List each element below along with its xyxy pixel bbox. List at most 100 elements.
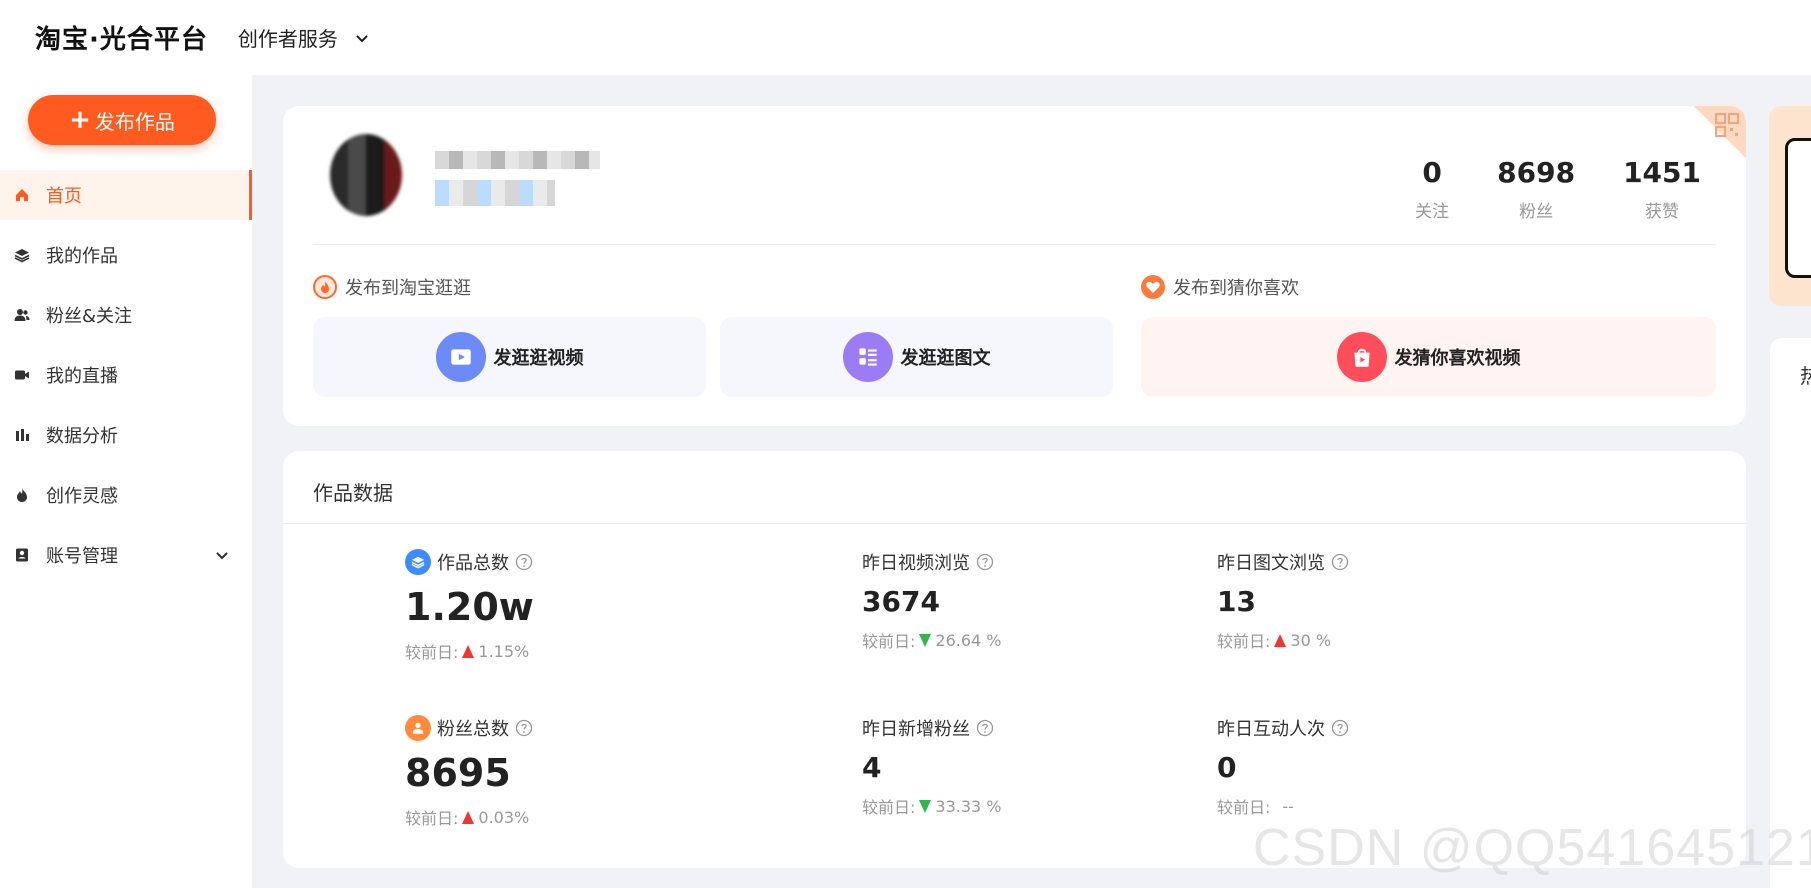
stat-following[interactable]: 0 关注 — [1415, 156, 1449, 222]
publish-guess-video-label: 发猜你喜欢视频 — [1394, 348, 1521, 369]
metric-label: 昨日互动人次 — [1217, 719, 1325, 740]
sidebar-item-label: 首页 — [46, 186, 82, 207]
user-name-mosaic — [435, 151, 600, 169]
video-icon — [14, 367, 30, 383]
user-id-mosaic — [435, 180, 555, 206]
play-video-icon — [435, 332, 486, 382]
works-data-card: 作品数据 作品总数 1.20w 较前日: 1.15% 昨日视频浏览 3674 较前… — [283, 451, 1746, 868]
compare-prefix: 较前日: — [862, 798, 916, 817]
users-icon — [14, 307, 30, 323]
metric-label: 粉丝总数 — [437, 719, 509, 740]
right-panel: 热 — [1770, 338, 1811, 888]
metric-label: 昨日视频浏览 — [862, 553, 970, 574]
metric-value: 8695 — [405, 751, 511, 795]
sidebar-item-label: 数据分析 — [46, 426, 118, 447]
metric-label: 昨日新增粉丝 — [862, 719, 970, 740]
publish-guess-video-button[interactable]: 发猜你喜欢视频 — [1141, 317, 1716, 397]
sidebar-item-inspiration[interactable]: 创作灵感 — [0, 470, 252, 520]
sidebar-item-live[interactable]: 我的直播 — [0, 350, 252, 400]
sidebar-item-label: 我的作品 — [46, 246, 118, 267]
compare-prefix: 较前日: — [1217, 632, 1271, 651]
publish-button-label: 发布作品 — [94, 109, 175, 134]
sidebar-item-account[interactable]: 账号管理 — [0, 530, 252, 580]
layers-icon — [405, 549, 431, 575]
promo-illustration — [1785, 138, 1811, 278]
metric-total-fans: 粉丝总数 8695 较前日: 0.03% — [405, 715, 533, 829]
trend-up-icon — [462, 644, 475, 658]
help-icon[interactable] — [976, 553, 994, 571]
metric-change: 33.33 % — [935, 796, 1002, 816]
publish-taobao-label: 发布到淘宝逛逛 — [345, 278, 471, 299]
sidebar-item-home[interactable]: 首页 — [0, 170, 252, 220]
publish-taobao-section-label: 发布到淘宝逛逛 — [313, 274, 471, 300]
compare-prefix: 较前日: — [405, 809, 459, 828]
profile-stats: 0 关注 8698 粉丝 1451 获赞 — [1415, 156, 1701, 222]
bar-chart-icon — [14, 427, 30, 443]
sidebar-item-my-works[interactable]: 我的作品 — [0, 230, 252, 280]
metric-value: 3674 — [862, 585, 940, 618]
metric-change: 26.64 % — [935, 630, 1002, 650]
sidebar-nav: 首页 我的作品 粉丝&关注 我的直播 数据分析 创作灵感 账号管理 — [0, 170, 252, 590]
stat-value: 8698 — [1497, 156, 1576, 189]
metric-graphic-views: 昨日图文浏览 13 较前日: 30 % — [1217, 549, 1349, 652]
metric-value: 13 — [1217, 585, 1256, 618]
help-icon[interactable] — [1331, 553, 1349, 571]
stat-label: 粉丝 — [1519, 202, 1554, 222]
metric-value: 0 — [1217, 751, 1237, 784]
help-icon[interactable] — [515, 553, 533, 571]
stat-likes[interactable]: 1451 获赞 — [1623, 156, 1701, 222]
shopping-bag-play-icon — [1336, 332, 1387, 382]
user-icon — [405, 715, 431, 741]
metric-label: 作品总数 — [437, 553, 509, 574]
taobao-guangguang-icon — [313, 275, 337, 299]
publish-guess-label: 发布到猜你喜欢 — [1173, 278, 1299, 299]
stat-value: 1451 — [1623, 156, 1701, 189]
image-text-icon — [842, 332, 893, 382]
home-icon — [14, 187, 30, 203]
divider — [313, 244, 1716, 245]
trend-up-icon — [1274, 633, 1287, 647]
divider — [283, 523, 1746, 524]
qr-code-corner[interactable] — [1694, 106, 1746, 158]
top-header: 淘宝·光合平台 创作者服务 — [0, 0, 1811, 75]
publish-button[interactable]: + 发布作品 — [28, 95, 216, 145]
compare-prefix: 较前日: — [1217, 798, 1271, 817]
chevron-down-icon[interactable] — [214, 547, 230, 563]
qr-code-icon — [1715, 113, 1739, 137]
id-card-icon — [14, 547, 30, 563]
right-panel-title: 热 — [1800, 364, 1811, 388]
compare-prefix: 较前日: — [405, 643, 459, 662]
publish-guess-section-label: 发布到猜你喜欢 — [1141, 274, 1299, 300]
profile-card: 0 关注 8698 粉丝 1451 获赞 发布到淘宝逛逛 发布到猜你喜欢 发逛逛… — [283, 106, 1746, 426]
avatar[interactable] — [330, 134, 402, 216]
stat-label: 关注 — [1415, 202, 1450, 222]
chevron-down-icon — [356, 34, 368, 42]
help-icon[interactable] — [515, 719, 533, 737]
trend-up-icon — [462, 810, 475, 824]
flame-icon — [14, 487, 30, 503]
compare-prefix: 较前日: — [862, 632, 916, 651]
publish-video-label: 发逛逛视频 — [493, 348, 584, 369]
help-icon[interactable] — [1331, 719, 1349, 737]
sidebar-item-label: 我的直播 — [46, 366, 118, 387]
metric-value: 1.20w — [405, 585, 534, 629]
sidebar-item-label: 粉丝&关注 — [46, 306, 133, 327]
metric-label: 昨日图文浏览 — [1217, 553, 1325, 574]
help-icon[interactable] — [976, 719, 994, 737]
creator-service-menu[interactable]: 创作者服务 — [238, 23, 370, 52]
app-logo[interactable]: 淘宝·光合平台 — [35, 19, 208, 56]
metric-total-works: 作品总数 1.20w 较前日: 1.15% — [405, 549, 534, 663]
metric-change: 0.03% — [478, 807, 530, 827]
sidebar-item-label: 创作灵感 — [46, 486, 118, 507]
stat-fans[interactable]: 8698 粉丝 — [1497, 156, 1575, 222]
stat-value: 0 — [1422, 156, 1442, 189]
publish-guangguang-video-button[interactable]: 发逛逛视频 — [313, 317, 706, 397]
creator-service-label: 创作者服务 — [237, 27, 338, 51]
trend-down-icon — [919, 799, 932, 813]
promo-banner[interactable] — [1769, 106, 1811, 306]
sidebar-item-fans[interactable]: 粉丝&关注 — [0, 290, 252, 340]
metric-change: 1.15% — [478, 641, 530, 661]
sidebar: + 发布作品 首页 我的作品 粉丝&关注 我的直播 数据分析 创作灵感 账号管理 — [0, 75, 252, 888]
sidebar-item-analytics[interactable]: 数据分析 — [0, 410, 252, 460]
publish-guangguang-graphic-button[interactable]: 发逛逛图文 — [720, 317, 1113, 397]
